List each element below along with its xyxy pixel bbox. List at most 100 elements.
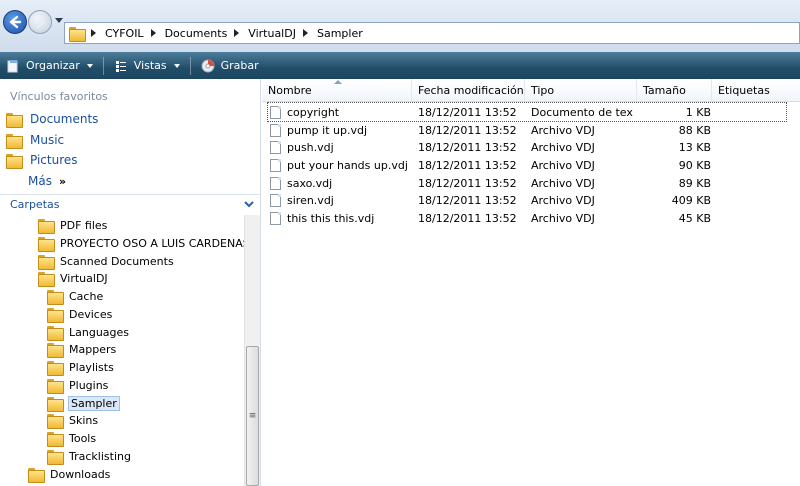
file-row[interactable]: push.vdj 18/12/2011 13:52 Archivo VDJ 13…	[268, 138, 786, 156]
tree-item-scanned-documents[interactable]: Scanned Documents	[38, 253, 174, 270]
file-size: 409 KB	[671, 193, 711, 207]
tree-item-label: Sampler	[68, 396, 120, 411]
tree-item-label: Cache	[69, 290, 104, 303]
chevron-right-icon[interactable]	[234, 29, 240, 37]
organize-button[interactable]: Organizar	[0, 52, 99, 79]
file-name-cell: pump it up.vdj	[270, 121, 412, 139]
favorite-link-music[interactable]: Music	[6, 131, 64, 149]
organize-icon	[7, 59, 18, 72]
more-label: Más	[28, 174, 52, 188]
tree-item-tools[interactable]: Tools	[47, 430, 96, 447]
dropdown-arrow-icon	[173, 63, 180, 68]
folder-icon	[38, 255, 55, 270]
tree-item-devices[interactable]: Devices	[47, 306, 112, 323]
file-type: Archivo VDJ	[531, 123, 595, 137]
folder-icon	[38, 237, 55, 252]
views-label: Vistas	[133, 59, 167, 72]
tree-item-label: Devices	[69, 308, 113, 321]
folder-icon	[47, 432, 64, 447]
toolbar-divider	[189, 56, 191, 75]
tree-item-mappers[interactable]: Mappers	[47, 341, 116, 358]
column-header-label: Tipo	[531, 84, 555, 97]
scrollbar-thumb[interactable]: ≡	[246, 346, 259, 486]
tree-item-label: Languages	[69, 326, 130, 339]
folder-icon	[47, 326, 64, 341]
organize-label: Organizar	[26, 59, 80, 72]
tree-item-languages[interactable]: Languages	[47, 324, 129, 341]
file-row[interactable]: siren.vdj 18/12/2011 13:52 Archivo VDJ 4…	[268, 191, 786, 209]
chevron-right-icon[interactable]	[91, 29, 96, 37]
file-date: 18/12/2011 13:52	[418, 176, 517, 190]
file-row[interactable]: copyright 18/12/2011 13:52 Documento de …	[267, 102, 787, 122]
file-name-cell: put your hands up.vdj	[270, 156, 412, 174]
file-row[interactable]: put your hands up.vdj 18/12/2011 13:52 A…	[268, 156, 786, 174]
address-breadcrumb[interactable]: CYFOIL Documents VirtualDJ Sampler	[64, 22, 800, 44]
chevron-down-icon[interactable]	[244, 199, 254, 209]
file-type: Archivo VDJ	[531, 176, 595, 190]
file-date: 18/12/2011 13:52	[418, 123, 517, 137]
more-favorites-link[interactable]: Más ››	[28, 174, 66, 188]
breadcrumb-item[interactable]: Sampler	[317, 27, 363, 40]
toolbar-divider	[102, 56, 104, 75]
favorite-label: Music	[30, 133, 65, 147]
file-icon	[270, 123, 281, 137]
favorite-link-pictures[interactable]: Pictures	[6, 151, 78, 169]
file-size: 1 KB	[685, 105, 711, 119]
tree-item-plugins[interactable]: Plugins	[47, 377, 108, 394]
folder-icon	[6, 153, 23, 169]
column-header-label: Tamaño	[643, 84, 686, 97]
burn-button[interactable]: Grabar	[195, 52, 265, 79]
views-button[interactable]: Vistas	[108, 52, 186, 79]
tree-item-label: Mappers	[69, 343, 117, 356]
breadcrumb-item[interactable]: Documents	[165, 27, 228, 40]
file-row[interactable]: saxo.vdj 18/12/2011 13:52 Archivo VDJ 89…	[268, 174, 786, 192]
favorite-link-documents[interactable]: Documents	[6, 110, 98, 128]
file-date: 18/12/2011 13:52	[418, 211, 517, 225]
tree-item-virtualdj[interactable]: VirtualDJ	[38, 270, 108, 287]
folder-icon	[47, 361, 64, 376]
folder-icon	[47, 290, 64, 305]
recent-pages-dropdown[interactable]	[55, 18, 63, 23]
file-name-cell: this this this.vdj	[270, 209, 412, 227]
column-header-size[interactable]: Tamaño	[637, 79, 712, 102]
favorite-label: Pictures	[30, 153, 78, 167]
tree-item-downloads[interactable]: Downloads	[28, 466, 110, 483]
text-file-icon	[270, 105, 281, 119]
column-header-date[interactable]: Fecha modificación	[412, 79, 525, 102]
forward-button[interactable]	[28, 10, 52, 34]
chevron-right-icon[interactable]	[150, 29, 156, 37]
tree-item-skins[interactable]: Skins	[47, 412, 98, 429]
file-name: pump it up.vdj	[287, 123, 368, 137]
file-type: Archivo VDJ	[531, 211, 595, 225]
back-button[interactable]	[3, 10, 27, 34]
tree-item-tracklisting[interactable]: Tracklisting	[47, 448, 131, 465]
arrow-right-icon	[33, 15, 46, 29]
tree-item-playlists[interactable]: Playlists	[47, 359, 114, 376]
folder-icon	[47, 343, 64, 358]
tree-item-cache[interactable]: Cache	[47, 288, 103, 305]
folder-icon	[47, 379, 64, 394]
file-row[interactable]: this this this.vdj 18/12/2011 13:52 Arch…	[268, 209, 786, 227]
file-size: 90 KB	[678, 158, 711, 172]
views-icon	[115, 60, 126, 72]
file-name-cell: saxo.vdj	[270, 174, 412, 192]
breadcrumb-item[interactable]: VirtualDJ	[248, 27, 296, 40]
folders-section-header[interactable]: Carpetas	[0, 194, 260, 214]
column-header-label: Fecha modificación	[418, 84, 524, 97]
tree-item-pdf-files[interactable]: PDF files	[38, 217, 107, 234]
folders-title: Carpetas	[10, 198, 60, 211]
tree-item-label: VirtualDJ	[60, 272, 108, 285]
breadcrumb-item[interactable]: CYFOIL	[105, 27, 144, 40]
folder-icon	[38, 219, 55, 234]
file-icon	[270, 193, 281, 207]
folder-icon	[47, 308, 64, 323]
column-header-name[interactable]: Nombre	[262, 79, 412, 102]
folder-icon	[47, 450, 64, 465]
file-row[interactable]: pump it up.vdj 18/12/2011 13:52 Archivo …	[268, 121, 786, 139]
tree-item-proyecto-oso[interactable]: PROYECTO OSO A LUIS CARDENAS	[38, 235, 250, 252]
column-header-tags[interactable]: Etiquetas	[712, 79, 800, 102]
column-header-type[interactable]: Tipo	[525, 79, 637, 102]
tree-item-sampler[interactable]: Sampler	[47, 395, 120, 412]
chevron-right-icon[interactable]	[302, 29, 308, 37]
navigation-scrollbar[interactable]: ≡	[244, 215, 260, 486]
